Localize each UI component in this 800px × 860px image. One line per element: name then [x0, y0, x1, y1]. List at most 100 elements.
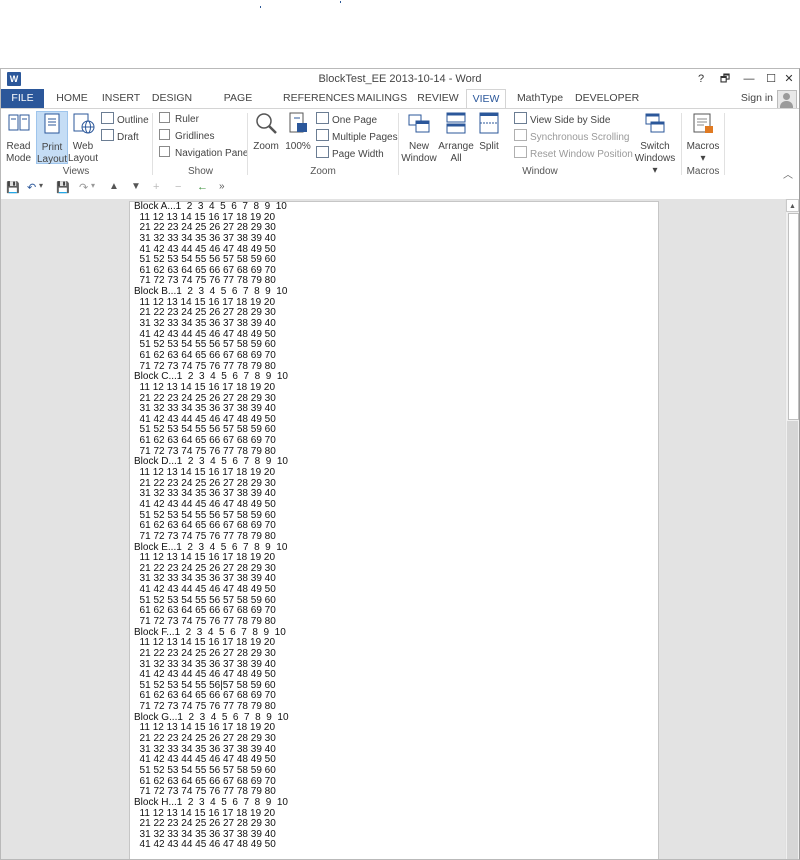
one-page-label: One Page — [332, 115, 378, 126]
ruler-checkbox[interactable]: Ruler — [159, 112, 199, 127]
navigation-pane-checkbox-box[interactable] — [159, 146, 170, 157]
multiple-pages-icon — [316, 129, 329, 141]
tab-review[interactable]: REVIEW — [417, 89, 459, 108]
switch-windows-label-1: Switch — [640, 141, 670, 152]
multiple-pages-label: Multiple Pages — [332, 132, 398, 143]
split-label: Split — [479, 141, 499, 152]
undo-icon[interactable]: ↶ — [27, 181, 36, 194]
page-width-label: Page Width — [332, 149, 384, 160]
document-page[interactable]: Block A...1 2 3 4 5 6 7 8 9 10 11 12 13 … — [129, 201, 659, 859]
number-row-line[interactable]: 31 32 33 34 35 36 37 38 39 40 — [134, 233, 289, 245]
sign-in-link[interactable]: Sign in — [741, 92, 773, 104]
outline-label: Outline — [117, 115, 149, 126]
reset-window-position-button[interactable]: Reset Window Position — [514, 146, 633, 161]
undo-dropdown-icon[interactable]: ▾ — [39, 181, 43, 190]
synchronous-scrolling-icon — [514, 129, 527, 141]
redo-dropdown-icon[interactable]: ▾ — [91, 181, 95, 190]
view-side-by-side-button[interactable]: View Side by Side — [514, 112, 610, 127]
read-mode-button[interactable]: Read Mode — [4, 111, 33, 165]
number-row-line[interactable]: 11 12 13 14 15 16 17 18 19 20 — [134, 382, 289, 394]
tab-mailings[interactable]: MAILINGS — [355, 89, 409, 108]
tab-developer[interactable]: DEVELOPER — [575, 89, 639, 108]
number-row-line[interactable]: 41 42 43 44 45 46 47 48 49 50 — [134, 840, 289, 851]
synchronous-scrolling-button[interactable]: Synchronous Scrolling — [514, 129, 630, 144]
minimize-button[interactable]: — — [739, 71, 759, 87]
number-row-line[interactable]: 21 22 23 24 25 26 27 28 29 30 — [134, 648, 289, 660]
view-side-by-side-label: View Side by Side — [530, 115, 611, 126]
zoom-100-button[interactable]: 100% — [284, 111, 312, 153]
user-avatar[interactable] — [777, 90, 797, 109]
zoom-100-icon — [289, 112, 307, 133]
arrange-all-label-1: Arrange — [438, 141, 474, 152]
web-layout-icon — [73, 113, 95, 134]
help-button[interactable]: ? — [691, 71, 711, 87]
tab-insert[interactable]: INSERT — [99, 89, 143, 108]
multiple-pages-button[interactable]: Multiple Pages — [316, 129, 398, 144]
navigation-pane-checkbox[interactable]: Navigation Pane — [159, 146, 248, 161]
zoom-group-label: Zoom — [310, 166, 336, 177]
scroll-up-arrow-icon[interactable]: ▲ — [786, 199, 799, 212]
one-page-icon — [316, 112, 329, 124]
read-mode-label-2: Mode — [5, 153, 31, 164]
view-side-by-side-icon — [514, 112, 527, 124]
number-row-line[interactable]: 61 62 63 64 65 66 67 68 69 70 — [134, 350, 289, 362]
new-window-icon — [408, 114, 430, 133]
redo-icon[interactable]: ↷ — [79, 181, 88, 194]
views-group-label: Views — [62, 166, 90, 177]
tab-references[interactable]: REFERENCES — [283, 89, 355, 108]
zoom-button[interactable]: Zoom — [251, 111, 281, 153]
gridlines-checkbox[interactable]: Gridlines — [159, 129, 214, 144]
vertical-scrollbar[interactable]: ▲ — [785, 199, 799, 859]
print-layout-label-2: Layout — [37, 154, 68, 165]
tab-page-layout[interactable]: PAGE LAYOUT — [202, 89, 274, 123]
ruler-checkbox-box[interactable] — [159, 112, 170, 123]
macros-button[interactable]: Macros ▾ — [685, 111, 721, 165]
document-canvas[interactable]: Block A...1 2 3 4 5 6 7 8 9 10 11 12 13 … — [1, 199, 785, 859]
close-button[interactable]: ✕ — [779, 71, 799, 87]
save-icon[interactable]: 💾 — [6, 181, 20, 194]
scroll-thumb[interactable] — [788, 213, 799, 420]
gridlines-checkbox-box[interactable] — [159, 129, 170, 140]
new-window-button[interactable]: New Window — [401, 111, 437, 165]
arrange-all-button[interactable]: Arrange All — [438, 111, 474, 165]
arrange-all-icon — [446, 112, 466, 134]
ribbon-display-options-button[interactable]: 🗗 — [715, 71, 735, 87]
draft-label: Draft — [117, 132, 139, 143]
tab-file[interactable]: FILE — [1, 89, 44, 108]
quick-access-toolbar: 💾 ↶ ▾ 💾 ↷ ▾ ▲ ▼ + − ← » — [1, 179, 799, 198]
ruler-label: Ruler — [175, 114, 199, 125]
maximize-button[interactable]: ☐ — [761, 71, 781, 87]
desktop-dot — [340, 1, 341, 3]
customize-qat-icon[interactable]: » — [219, 181, 225, 192]
number-row-line[interactable]: 41 42 43 44 45 46 47 48 49 50 — [134, 499, 289, 511]
add-icon[interactable]: + — [153, 181, 159, 193]
title-bar: W BlockTest_EE 2013-10-14 - Word ? 🗗 — ☐… — [1, 69, 799, 89]
one-page-button[interactable]: One Page — [316, 112, 377, 127]
tab-mathtype[interactable]: MathType — [512, 89, 568, 108]
web-layout-button[interactable]: Web Layout — [68, 111, 98, 165]
move-up-icon[interactable]: ▲ — [109, 181, 119, 192]
scroll-track[interactable] — [787, 421, 798, 859]
number-row-line[interactable]: 51 52 53 54 55 56 57 58 59 60 — [134, 765, 289, 777]
tab-design[interactable]: DESIGN — [151, 89, 193, 108]
number-row-line[interactable]: 71 72 73 74 75 76 77 78 79 80 — [134, 531, 289, 543]
page-width-icon — [316, 146, 329, 158]
tab-view[interactable]: VIEW — [466, 89, 506, 109]
block-header-line[interactable]: Block H...1 2 3 4 5 6 7 8 9 10 — [134, 797, 289, 809]
window-title: BlockTest_EE 2013-10-14 - Word — [318, 73, 482, 85]
remove-icon[interactable]: − — [175, 181, 181, 193]
page-width-button[interactable]: Page Width — [316, 146, 384, 161]
reset-window-position-icon — [514, 146, 527, 158]
tab-home[interactable]: HOME — [51, 89, 93, 108]
draft-button[interactable]: Draft — [101, 129, 139, 144]
document-text[interactable]: Block A...1 2 3 4 5 6 7 8 9 10 11 12 13 … — [134, 201, 289, 851]
move-down-icon[interactable]: ▼ — [131, 181, 141, 192]
desktop-top-area — [0, 0, 800, 68]
web-layout-label-1: Web — [72, 141, 94, 152]
print-layout-button[interactable]: Print Layout — [36, 111, 68, 165]
save-as-icon[interactable]: 💾 — [56, 181, 70, 194]
back-arrow-icon[interactable]: ← — [197, 181, 208, 193]
split-button[interactable]: Split — [476, 111, 502, 153]
switch-windows-icon — [645, 113, 665, 133]
outline-button[interactable]: Outline — [101, 112, 149, 127]
